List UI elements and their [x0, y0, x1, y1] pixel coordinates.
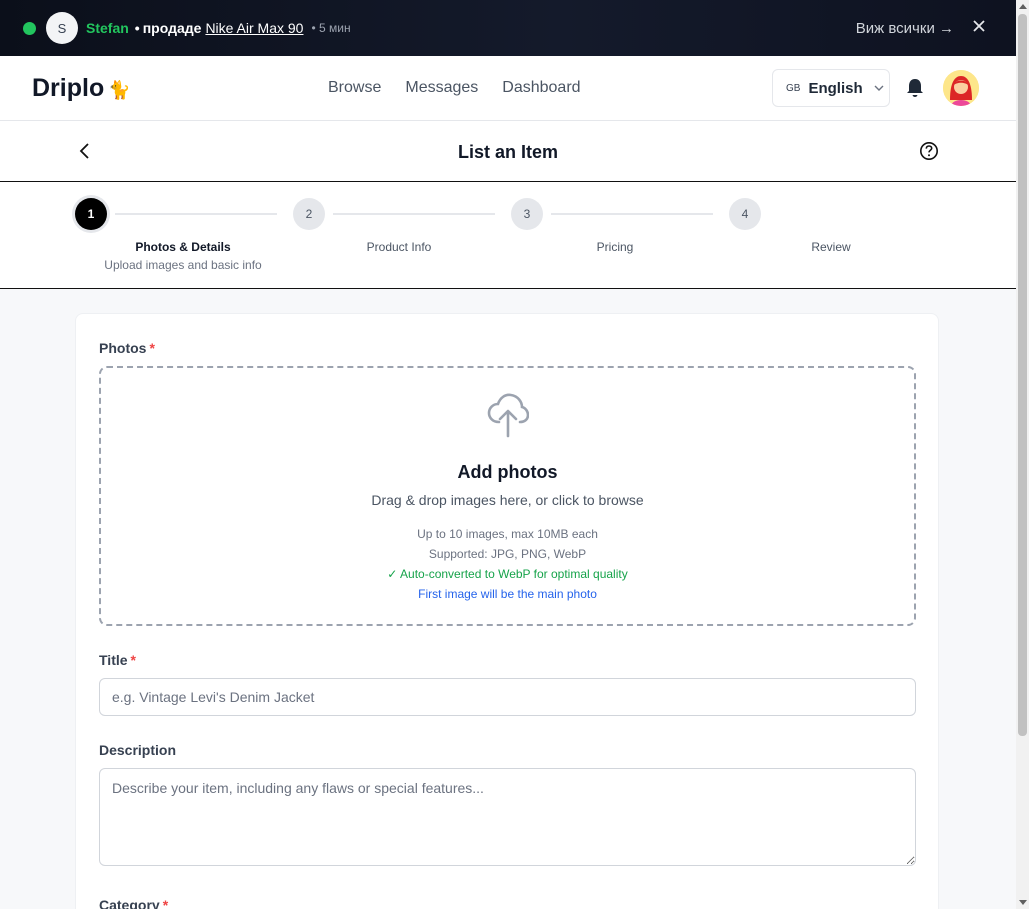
photos-label: Photos * [99, 340, 155, 356]
scroll-down-arrow-icon[interactable] [1019, 900, 1027, 905]
main-nav: Browse Messages Dashboard [328, 79, 581, 97]
help-icon[interactable] [919, 141, 939, 161]
step-1-label: Photos & Details [135, 240, 231, 254]
required-mark: * [130, 652, 136, 668]
step-1-sublabel: Upload images and basic info [104, 258, 262, 272]
category-label: Category * [99, 897, 168, 909]
notification-verb: продаде [142, 20, 202, 36]
logo-cat-icon: 🐈 [108, 80, 131, 100]
title-label: Title * [99, 652, 136, 668]
bell-icon[interactable] [906, 78, 924, 98]
dropzone-supported-formats: Supported: JPG, PNG, WebP [428, 547, 587, 561]
language-flag-code: GB [786, 82, 801, 94]
step-connector [551, 213, 713, 215]
dropzone-subtitle: Drag & drop images here, or click to bro… [371, 492, 644, 508]
cloud-upload-icon [487, 393, 529, 438]
sale-notification-bar: S Stefan • продаде Nike Air Max 90 • 5 м… [0, 0, 1016, 56]
step-connector [333, 213, 495, 215]
category-label-text: Category [99, 897, 160, 909]
notification-separator: • [134, 20, 140, 36]
title-input[interactable] [99, 678, 916, 716]
progress-stepper: 1 2 3 4 Photos & Details Upload images a… [0, 182, 1016, 289]
notification-user[interactable]: Stefan [86, 20, 129, 36]
step-4-label: Review [811, 240, 851, 254]
step-2-circle[interactable]: 2 [293, 198, 325, 230]
nav-messages[interactable]: Messages [405, 79, 478, 97]
step-4-circle[interactable]: 4 [729, 198, 761, 230]
chevron-down-icon [874, 85, 884, 91]
dropzone-webp-note: ✓ Auto-converted to WebP for optimal qua… [387, 567, 628, 581]
logo[interactable]: Driplo 🐈 [32, 74, 131, 103]
dropzone-main-photo-note: First image will be the main photo [418, 587, 597, 601]
description-textarea[interactable] [99, 768, 916, 866]
step-3-circle[interactable]: 3 [511, 198, 543, 230]
nav-browse[interactable]: Browse [328, 79, 381, 97]
close-notification-button[interactable] [972, 16, 986, 39]
scrollbar-thumb[interactable] [1018, 14, 1027, 736]
description-label: Description [99, 742, 177, 758]
scroll-up-arrow-icon[interactable] [1019, 4, 1027, 9]
site-header: Driplo 🐈 Browse Messages Dashboard GB Eng… [0, 56, 1016, 121]
dropzone-title: Add photos [457, 462, 558, 482]
user-avatar: S [46, 12, 78, 44]
title-label-text: Title [99, 652, 128, 668]
language-name: English [808, 79, 863, 97]
notification-time: • 5 мин [311, 21, 351, 35]
page-title-bar: List an Item [0, 121, 1016, 182]
page-title: List an Item [457, 142, 559, 162]
step-3-label: Pricing [596, 240, 634, 254]
profile-avatar[interactable] [943, 70, 979, 106]
nav-dashboard[interactable]: Dashboard [502, 79, 580, 97]
photo-dropzone[interactable]: Add photos Drag & drop images here, or c… [99, 366, 916, 626]
online-status-dot [23, 21, 36, 35]
required-mark: * [162, 897, 169, 909]
see-all-link[interactable]: Виж всички → [856, 20, 954, 37]
language-selector[interactable]: GB English [772, 69, 890, 107]
avatar-illustration-icon [943, 70, 979, 106]
required-mark: * [149, 340, 155, 356]
close-icon [973, 20, 985, 32]
logo-text: Driplo [32, 74, 105, 102]
step-2-label: Product Info [366, 240, 432, 254]
step-connector [115, 213, 277, 215]
step-1-circle[interactable]: 1 [75, 198, 107, 230]
dropzone-limits: Up to 10 images, max 10MB each [417, 527, 598, 541]
listing-form-card: Photos * Add photos Drag & drop images he… [75, 313, 939, 909]
photos-label-text: Photos [99, 340, 147, 356]
page-scrollbar[interactable] [1016, 0, 1029, 909]
notification-item-link[interactable]: Nike Air Max 90 [205, 20, 303, 36]
